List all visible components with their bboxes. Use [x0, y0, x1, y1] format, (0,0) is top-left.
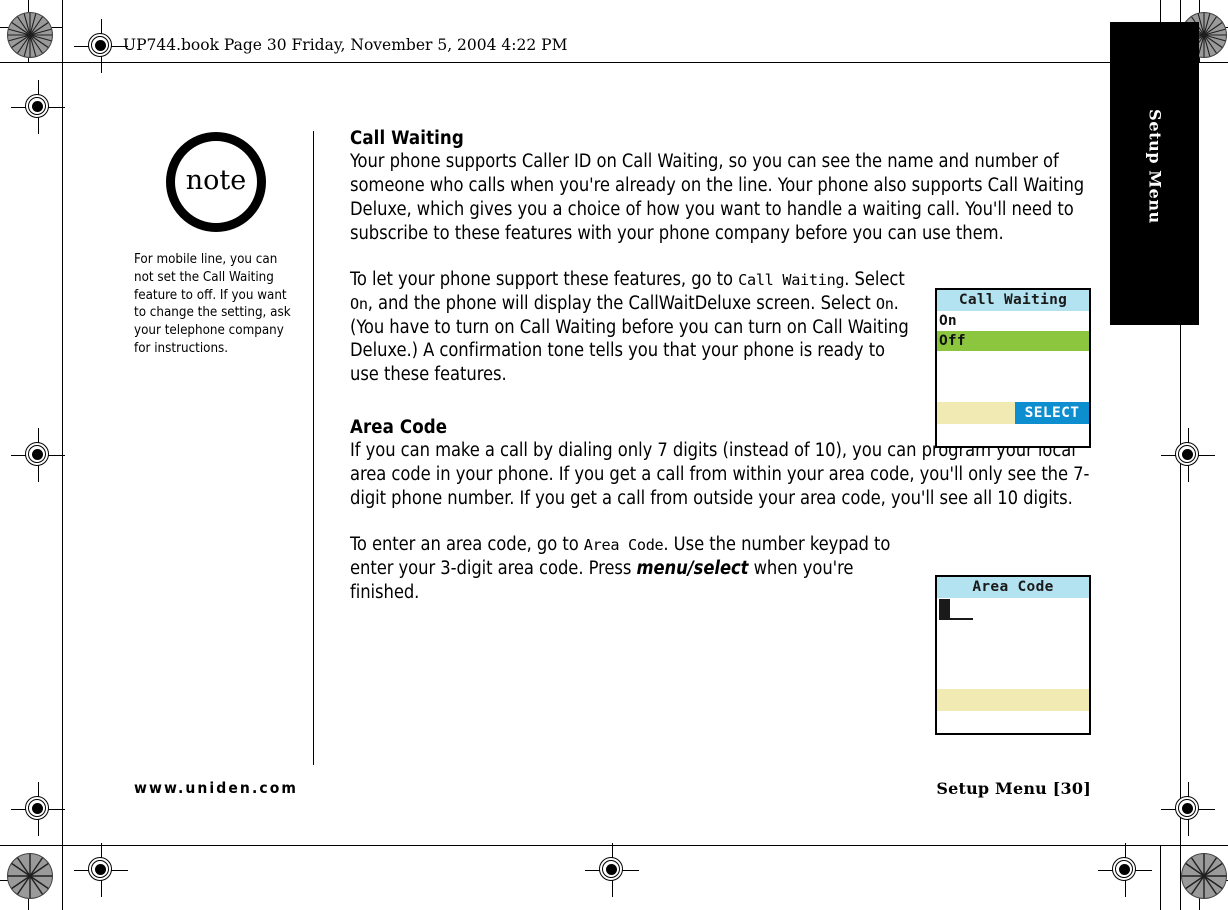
registration-mark-bottom-left-lower — [74, 843, 128, 897]
text-run: To enter an area code, go to — [350, 534, 584, 556]
registration-mark-bottom-right-lower — [1098, 843, 1152, 897]
footer-page-mark: Setup Menu [30] — [936, 779, 1091, 798]
lcd-body-area-code — [937, 598, 1089, 711]
registration-mark-mid-left — [11, 428, 65, 482]
running-header: UP744.book Page 30 Friday, November 5, 2… — [123, 36, 568, 54]
crop-line-bottom-right-outer — [1160, 845, 1228, 846]
para-area-code-detail: To enter an area code, go to Area Code. … — [350, 533, 915, 605]
footer-url[interactable]: www.uniden.com — [134, 779, 298, 797]
note-badge-label: note — [185, 165, 247, 196]
chapter-side-tab: Setup Menu — [1110, 22, 1199, 325]
column-divider-rule — [313, 131, 315, 765]
lcd-text-cursor — [939, 599, 950, 618]
note-badge-icon: note — [166, 132, 266, 232]
color-registration-starburst-bottom-left — [7, 853, 53, 899]
chapter-side-tab-label: Setup Menu — [1145, 109, 1164, 224]
crop-line-right-outer-bottom — [1160, 845, 1161, 910]
para-call-waiting-detail: To let your phone support these features… — [350, 268, 915, 388]
color-registration-starburst-bottom-right — [1181, 853, 1227, 899]
lcd-softkey-blank — [937, 402, 1015, 424]
registration-mark-top-left — [11, 80, 65, 134]
menu-term-on-first: On — [350, 294, 368, 313]
lcd-option-on[interactable]: On — [937, 311, 1089, 331]
lcd-entry-underline — [939, 618, 973, 620]
heading-call-waiting: Call Waiting — [350, 128, 464, 149]
registration-mark-mid-right — [1161, 428, 1215, 482]
registration-mark-bottom-right — [1161, 782, 1215, 836]
note-column: note For mobile line, you can not set th… — [134, 132, 298, 358]
text-run: To let your phone support these features… — [350, 268, 739, 290]
lcd-title-area-code: Area Code — [937, 577, 1089, 598]
lcd-option-off-selected[interactable]: Off — [937, 331, 1089, 351]
para-area-code-intro: If you can make a call by dialing only 7… — [350, 440, 1090, 510]
lcd-title-call-waiting: Call Waiting — [937, 290, 1089, 311]
crop-line-page-bottom — [0, 845, 1228, 846]
registration-mark-top-left-upper — [74, 19, 128, 73]
menu-term-area-code: Area Code — [583, 536, 664, 555]
crop-line-page-top — [0, 62, 1228, 63]
key-name-menu-select: menu/select — [636, 557, 749, 579]
lcd-softkey-bar: SELECT — [937, 402, 1089, 424]
lcd-screen-area-code: Area Code — [935, 575, 1091, 735]
lcd-softkey-blank — [937, 689, 1089, 711]
lcd-softkey-bar — [937, 689, 1089, 711]
color-registration-starburst-top-left — [7, 12, 53, 58]
menu-term-call-waiting: Call Waiting — [738, 270, 845, 289]
note-text: For mobile line, you can not set the Cal… — [134, 252, 291, 357]
menu-term-on-second: On — [875, 294, 894, 313]
lcd-body-call-waiting: On Off SELECT — [937, 311, 1089, 424]
registration-mark-bottom-left — [11, 782, 65, 836]
lcd-softkey-select[interactable]: SELECT — [1015, 402, 1089, 424]
lcd-screen-call-waiting: Call Waiting On Off SELECT — [935, 288, 1091, 448]
crop-line-top-right-inner — [1199, 62, 1228, 63]
registration-mark-bottom-center — [585, 843, 639, 897]
text-run: , and the phone will display the CallWai… — [367, 292, 876, 314]
para-call-waiting-intro: Your phone supports Caller ID on Call Wa… — [350, 151, 1085, 244]
text-run: . Select — [844, 268, 905, 290]
